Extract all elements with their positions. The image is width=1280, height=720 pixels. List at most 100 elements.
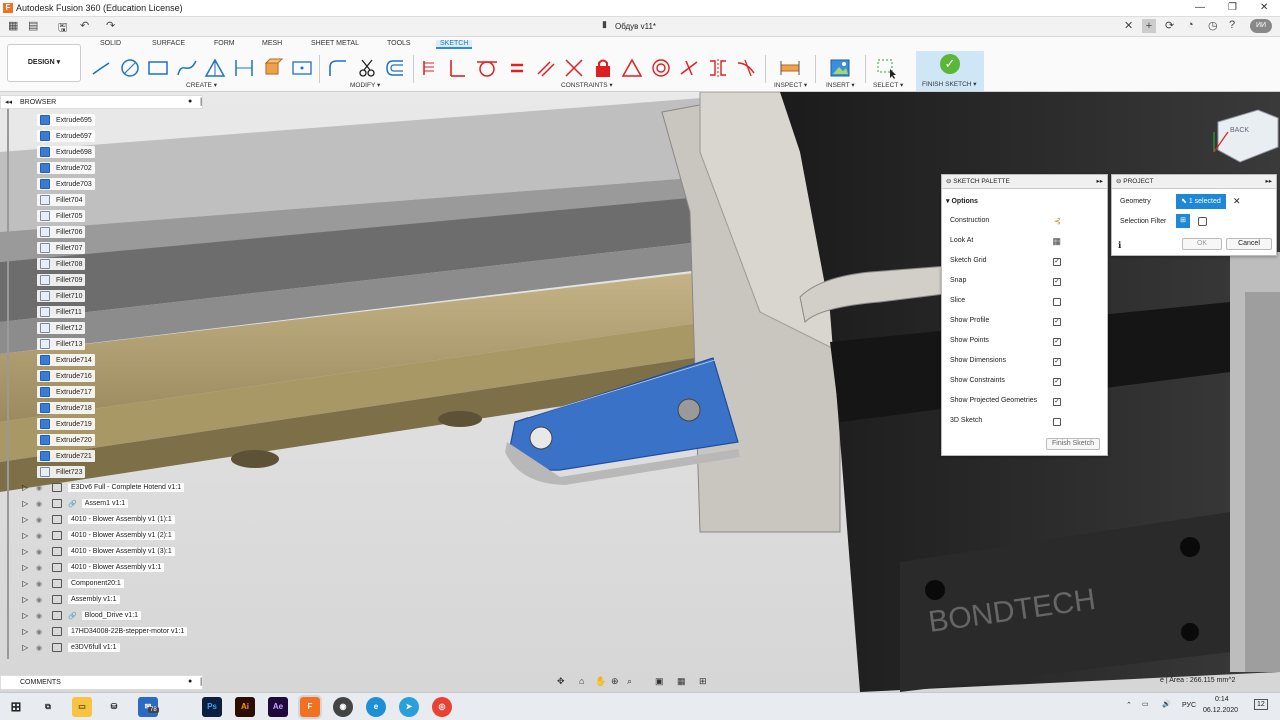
edge-icon[interactable]: e: [366, 697, 386, 717]
look-at-icon[interactable]: ▦: [1052, 236, 1061, 247]
browser-component-item[interactable]: ▷ ◉ e3DV6full v1:1: [22, 643, 120, 655]
finish-sketch-palette-button[interactable]: Finish Sketch: [1046, 438, 1100, 450]
info-icon[interactable]: ℹ: [1118, 240, 1121, 251]
fillet-tool-icon[interactable]: [327, 57, 349, 79]
browser-feature-item[interactable]: Extrude698: [37, 146, 95, 158]
browser-feature-item[interactable]: Extrude717: [37, 386, 95, 398]
midpoint-constraint-icon[interactable]: [678, 57, 700, 79]
expand-arrow-icon[interactable]: ▷: [22, 611, 36, 620]
maximize-icon[interactable]: ❐: [1228, 2, 1237, 13]
browser-feature-item[interactable]: Extrude718: [37, 402, 95, 414]
notification-center-icon[interactable]: 12: [1254, 699, 1268, 710]
browser-feature-item[interactable]: Extrude716: [37, 370, 95, 382]
close-tab-icon[interactable]: ✕: [1124, 19, 1133, 32]
palette-checkbox[interactable]: ✓: [1053, 378, 1061, 386]
steam-icon[interactable]: ◉: [333, 697, 353, 717]
extensions-icon[interactable]: ⟳: [1165, 19, 1174, 32]
file-menu-icon[interactable]: ▤: [28, 19, 38, 32]
store-icon[interactable]: ⛁: [104, 697, 124, 717]
browser-pin-icon[interactable]: ▕: [196, 98, 201, 106]
tab-mesh[interactable]: MESH: [262, 40, 282, 47]
visibility-eye-icon[interactable]: ◉: [36, 484, 52, 492]
visibility-eye-icon[interactable]: ◉: [36, 516, 52, 524]
rectangle-tool-icon[interactable]: [147, 57, 169, 79]
expand-arrow-icon[interactable]: ▷: [22, 531, 36, 540]
comments-bar[interactable]: COMMENTS ● ▕: [0, 675, 203, 690]
finish-sketch-button[interactable]: ✓ FINISH SKETCH ▾: [916, 51, 984, 91]
fit-icon[interactable]: ⌕: [627, 676, 632, 687]
document-tab-title[interactable]: Обдув v11*: [615, 22, 656, 31]
ok-button[interactable]: OK: [1182, 238, 1222, 250]
constraints-group-label[interactable]: CONSTRAINTS ▾: [561, 81, 613, 89]
browser-feature-item[interactable]: Fillet709: [37, 274, 86, 286]
collinear-constraint-icon[interactable]: [563, 57, 585, 79]
browser-component-item[interactable]: ▷ ◉ 17HD34008-22B-stepper-motor v1:1: [22, 627, 188, 639]
zoom-icon[interactable]: ⊕: [611, 676, 619, 687]
chrome-icon[interactable]: ◎: [432, 697, 452, 717]
palette-checkbox[interactable]: ✓: [1053, 358, 1061, 366]
line-tool-icon[interactable]: [90, 57, 112, 79]
browser-feature-item[interactable]: Extrude719: [37, 418, 95, 430]
language-indicator[interactable]: РУС: [1182, 702, 1196, 709]
palette-collapse-icon[interactable]: ⊖: [946, 178, 951, 185]
photoshop-icon[interactable]: Ps: [202, 697, 222, 717]
project-collapse-icon[interactable]: ⊖: [1116, 178, 1121, 185]
options-section[interactable]: ▾ Options: [946, 197, 978, 205]
visibility-eye-icon[interactable]: ◉: [36, 580, 52, 588]
browser-component-item[interactable]: ▷ ◉ Assembly v1:1: [22, 595, 120, 607]
visibility-eye-icon[interactable]: ◉: [36, 644, 52, 652]
modify-group-label[interactable]: MODIFY ▾: [350, 81, 380, 89]
project-dialog-header[interactable]: ⊖ PROJECT ▸▸: [1112, 175, 1276, 189]
expand-arrow-icon[interactable]: ▷: [22, 499, 36, 508]
browser-component-item[interactable]: ▷ ◉ Component20:1: [22, 579, 124, 591]
illustrator-icon[interactable]: Ai: [235, 697, 255, 717]
tab-sheet-metal[interactable]: SHEET METAL: [311, 40, 359, 47]
clear-selection-icon[interactable]: ✕: [1233, 196, 1241, 207]
tangent-constraint-icon[interactable]: [476, 57, 498, 79]
browser-feature-item[interactable]: Fillet704: [37, 194, 86, 206]
equal-constraint-icon[interactable]: [506, 57, 528, 79]
visibility-eye-icon[interactable]: ◉: [36, 564, 52, 572]
browser-feature-item[interactable]: Fillet707: [37, 242, 86, 254]
expand-arrow-icon[interactable]: ▷: [22, 515, 36, 524]
palette-checkbox[interactable]: ✓: [1053, 258, 1061, 266]
tab-surface[interactable]: SURFACE: [152, 40, 185, 47]
expand-arrow-icon[interactable]: ▷: [22, 483, 36, 492]
browser-component-item[interactable]: ▷ ◉ 4010 - Blower Assembly v1 (3):1: [22, 547, 175, 559]
browser-feature-item[interactable]: Fillet710: [37, 290, 86, 302]
close-window-icon[interactable]: ✕: [1260, 2, 1268, 13]
geometry-selection-button[interactable]: ⬉ 1 selected: [1176, 194, 1226, 209]
expand-arrow-icon[interactable]: ▷: [22, 627, 36, 636]
palette-checkbox[interactable]: ✓: [1053, 338, 1061, 346]
undo-icon[interactable]: ↶: [80, 19, 89, 32]
new-tab-icon[interactable]: +: [1142, 19, 1156, 33]
expand-arrow-icon[interactable]: ▷: [22, 595, 36, 604]
clock-date[interactable]: 06.12.2020: [1203, 707, 1238, 714]
browser-feature-item[interactable]: Extrude697: [37, 130, 95, 142]
palette-expand-icon[interactable]: ▸▸: [1096, 175, 1103, 189]
insert-image-icon[interactable]: [829, 57, 851, 79]
orbit-icon[interactable]: ✥: [557, 676, 565, 687]
fix-constraint-icon[interactable]: [592, 57, 614, 79]
browser-feature-item[interactable]: Fillet712: [37, 322, 86, 334]
browser-feature-item[interactable]: Extrude703: [37, 178, 95, 190]
browser-component-item[interactable]: ▷ ◉ 4010 - Blower Assembly v1 (2):1: [22, 531, 175, 543]
comments-pin-icon[interactable]: ▕: [196, 678, 201, 686]
visibility-eye-icon[interactable]: ◉: [36, 628, 52, 636]
tab-tools[interactable]: TOOLS: [387, 40, 411, 47]
specified-entities-filter-icon[interactable]: ⊞: [1176, 214, 1190, 228]
browser-component-item[interactable]: ▷ ◉ E3Dv6 Full - Complete Hotend v1:1: [22, 483, 185, 495]
visibility-eye-icon[interactable]: ◉: [36, 532, 52, 540]
browser-feature-item[interactable]: Extrude721: [37, 450, 95, 462]
expand-arrow-icon[interactable]: ▷: [22, 547, 36, 556]
browser-feature-item[interactable]: Fillet708: [37, 258, 86, 270]
browser-options-icon[interactable]: ●: [188, 98, 192, 105]
create-group-label[interactable]: CREATE ▾: [186, 81, 217, 89]
browser-feature-item[interactable]: Extrude714: [37, 354, 95, 366]
project-expand-icon[interactable]: ▸▸: [1265, 175, 1272, 189]
tray-expand-icon[interactable]: ⌃: [1126, 701, 1132, 709]
minimize-icon[interactable]: —: [1195, 2, 1205, 13]
parallel-constraint-icon[interactable]: [535, 57, 557, 79]
offset-tool-icon[interactable]: [384, 57, 406, 79]
browser-feature-item[interactable]: Fillet705: [37, 210, 86, 222]
